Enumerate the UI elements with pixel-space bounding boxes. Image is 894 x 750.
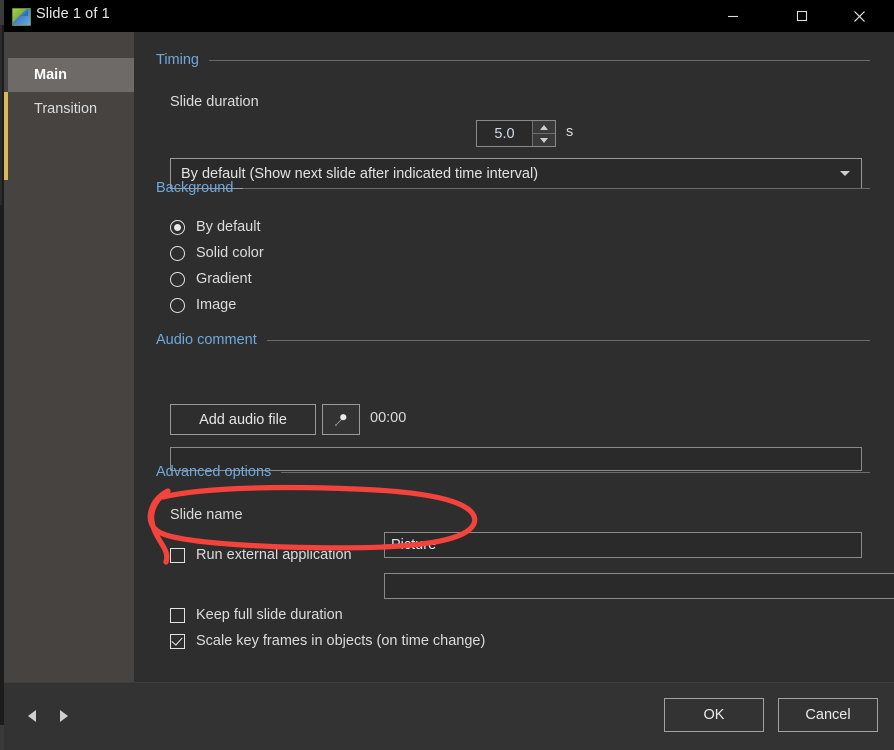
slide-image-icon xyxy=(12,8,31,26)
group-header-audio-comment: Audio comment xyxy=(156,332,870,348)
window-title: Slide 1 of 1 xyxy=(36,6,110,22)
radio-background-solid-color[interactable]: Solid color xyxy=(170,245,264,261)
options-panel: Timing Slide duration 5.0 s By default (… xyxy=(134,32,894,682)
ok-button[interactable]: OK xyxy=(664,698,764,732)
group-header-advanced-options: Advanced options xyxy=(156,464,870,480)
dialog-footer: OK Cancel xyxy=(4,682,894,750)
chevron-down-icon xyxy=(840,171,850,176)
slide-name-value: Picture xyxy=(385,537,436,553)
stepper-down-icon[interactable] xyxy=(533,133,555,146)
audio-duration: 00:00 xyxy=(370,410,406,426)
slide-options-dialog: Slide 1 of 1 Main Transition xyxy=(4,0,894,750)
radio-icon xyxy=(170,298,185,313)
radio-label: Gradient xyxy=(196,271,252,287)
background-left-edge-secondary xyxy=(0,25,2,205)
slide-name-label: Slide name xyxy=(170,507,243,523)
slide-duration-label: Slide duration xyxy=(170,94,259,110)
group-title: Advanced options xyxy=(156,464,281,480)
slide-duration-unit: s xyxy=(566,124,573,140)
group-title: Audio comment xyxy=(156,332,267,348)
radio-label: By default xyxy=(196,219,261,235)
minimize-icon[interactable] xyxy=(710,0,756,32)
screen: Slide 1 of 1 Main Transition xyxy=(0,0,894,750)
radio-label: Image xyxy=(196,297,236,313)
radio-background-gradient[interactable]: Gradient xyxy=(170,271,252,287)
maximize-icon[interactable] xyxy=(779,0,825,32)
sidebar-item-label: Main xyxy=(34,67,67,83)
group-rule xyxy=(209,60,870,61)
radio-label: Solid color xyxy=(196,245,264,261)
cancel-button-label: Cancel xyxy=(805,707,850,723)
slide-duration-value[interactable]: 5.0 xyxy=(477,121,532,146)
triangle-left-icon xyxy=(28,710,36,722)
sidebar-item-label: Transition xyxy=(34,101,97,117)
record-audio-button[interactable] xyxy=(322,404,360,435)
sidebar-item-transition[interactable]: Transition xyxy=(8,92,134,126)
checkbox-label: Scale key frames in objects (on time cha… xyxy=(196,633,485,649)
title-bar: Slide 1 of 1 xyxy=(4,0,894,32)
slide-duration-stepper[interactable]: 5.0 xyxy=(476,120,556,147)
group-rule xyxy=(267,340,870,341)
checkbox-label: Run external application xyxy=(196,547,352,563)
radio-background-image[interactable]: Image xyxy=(170,297,236,313)
add-audio-file-button[interactable]: Add audio file xyxy=(170,404,316,435)
checkbox-keep-full-slide-duration[interactable]: Keep full slide duration xyxy=(170,607,343,623)
microphone-icon xyxy=(333,412,349,428)
checkbox-icon xyxy=(170,548,185,563)
close-icon[interactable] xyxy=(836,0,882,32)
slide-name-input[interactable]: Picture xyxy=(384,532,862,558)
ok-button-label: OK xyxy=(704,707,725,723)
stepper-up-icon[interactable] xyxy=(533,121,555,133)
radio-background-default[interactable]: By default xyxy=(170,219,261,235)
footer-divider xyxy=(4,682,894,683)
sidebar: Main Transition xyxy=(4,32,134,682)
checkbox-icon xyxy=(170,608,185,623)
group-header-timing: Timing xyxy=(156,52,870,68)
add-audio-file-label: Add audio file xyxy=(199,412,287,428)
checkbox-run-external-application[interactable]: Run external application xyxy=(170,547,352,563)
group-title: Timing xyxy=(156,52,209,68)
cancel-button[interactable]: Cancel xyxy=(778,698,878,732)
group-rule xyxy=(243,188,870,189)
triangle-right-icon xyxy=(60,710,68,722)
group-rule xyxy=(281,472,870,473)
checkbox-icon xyxy=(170,634,185,649)
next-slide-button[interactable] xyxy=(54,706,74,726)
checkbox-label: Keep full slide duration xyxy=(196,607,343,623)
external-application-path-input[interactable] xyxy=(384,573,894,599)
group-header-background: Background xyxy=(156,180,870,196)
previous-slide-button[interactable] xyxy=(22,706,42,726)
radio-icon xyxy=(170,220,185,235)
group-title: Background xyxy=(156,180,243,196)
stepper-buttons xyxy=(532,121,555,146)
checkbox-scale-key-frames[interactable]: Scale key frames in objects (on time cha… xyxy=(170,633,485,649)
radio-icon xyxy=(170,246,185,261)
sidebar-item-main[interactable]: Main xyxy=(8,58,134,92)
radio-icon xyxy=(170,272,185,287)
